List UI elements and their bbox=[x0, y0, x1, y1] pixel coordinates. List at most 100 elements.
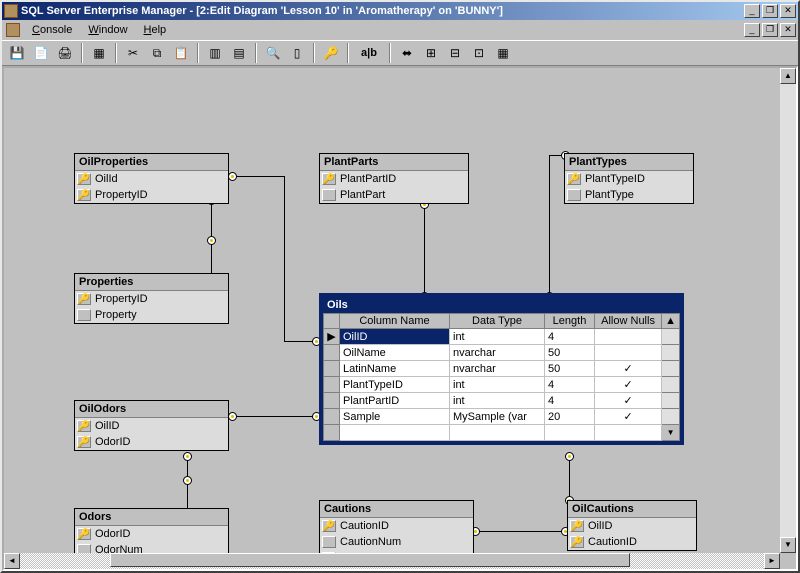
row-selector[interactable] bbox=[324, 345, 340, 361]
table-row[interactable]: 🔑PropertyID bbox=[75, 291, 228, 307]
minimize-button[interactable]: _ bbox=[744, 4, 760, 18]
table-row[interactable]: 🔑CautionID bbox=[568, 534, 696, 550]
scroll-track[interactable] bbox=[662, 329, 680, 345]
table-oils-detail[interactable]: Oils Column Name Data Type Length Allow … bbox=[319, 293, 684, 445]
vertical-scrollbar[interactable]: ▲ ▼ bbox=[780, 68, 796, 553]
cut-button[interactable]: ✂ bbox=[122, 42, 144, 64]
cell-allownulls[interactable] bbox=[595, 329, 662, 345]
oils-grid[interactable]: Column Name Data Type Length Allow Nulls… bbox=[323, 313, 680, 441]
table-row[interactable]: PlantPartIDint4✓ bbox=[324, 393, 680, 409]
cell-length[interactable]: 50 bbox=[545, 361, 595, 377]
table-properties[interactable]: Properties 🔑PropertyID Property bbox=[74, 273, 229, 324]
cell-colname[interactable]: OilName bbox=[340, 345, 450, 361]
cell-datatype[interactable]: MySample (var bbox=[450, 409, 545, 425]
scroll-left-button[interactable]: ◄ bbox=[4, 553, 20, 569]
table-row[interactable]: LatinNamenvarchar50✓ bbox=[324, 361, 680, 377]
titlebar[interactable]: SQL Server Enterprise Manager - [2:Edit … bbox=[2, 2, 798, 20]
key-button[interactable]: 🔑 bbox=[320, 42, 342, 64]
row-selector[interactable] bbox=[324, 409, 340, 425]
indexes-button[interactable]: ⊞ bbox=[420, 42, 442, 64]
cell-length[interactable]: 4 bbox=[545, 329, 595, 345]
horizontal-scrollbar[interactable]: ◄ ► bbox=[4, 553, 780, 569]
constraints-button[interactable]: ⊟ bbox=[444, 42, 466, 64]
table-row[interactable]: 🔑PlantPartID bbox=[320, 171, 468, 187]
cell-colname[interactable]: OilID bbox=[340, 329, 450, 345]
menu-help[interactable]: Help bbox=[136, 22, 175, 38]
maximize-button[interactable]: ❐ bbox=[762, 4, 778, 18]
copy-button[interactable]: ⧉ bbox=[146, 42, 168, 64]
table-plantparts[interactable]: PlantParts 🔑PlantPartID PlantPart bbox=[319, 153, 469, 204]
mdi-close-button[interactable]: ✕ bbox=[780, 23, 796, 37]
table-row[interactable]: PlantPart bbox=[320, 187, 468, 203]
header-allownulls[interactable]: Allow Nulls bbox=[595, 314, 662, 329]
table-row[interactable]: 🔑PlantTypeID bbox=[565, 171, 693, 187]
scroll-track[interactable] bbox=[662, 393, 680, 409]
save-button[interactable]: 💾 bbox=[6, 42, 28, 64]
tableview-button[interactable]: ▦ bbox=[492, 42, 514, 64]
mdi-icon[interactable] bbox=[6, 23, 20, 37]
print-button[interactable]: 🖨 bbox=[54, 42, 76, 64]
properties-button[interactable]: 📄 bbox=[30, 42, 52, 64]
remove-button[interactable]: ▥ bbox=[204, 42, 226, 64]
table-row[interactable]: CautionNum bbox=[320, 534, 473, 550]
scroll-track[interactable] bbox=[662, 409, 680, 425]
cell-datatype[interactable]: int bbox=[450, 377, 545, 393]
close-button[interactable]: ✕ bbox=[780, 4, 796, 18]
table-oilcautions[interactable]: OilCautions 🔑OilID 🔑CautionID bbox=[567, 500, 697, 551]
mdi-minimize-button[interactable]: _ bbox=[744, 23, 760, 37]
cell-datatype[interactable]: nvarchar bbox=[450, 345, 545, 361]
text-annotation-button[interactable]: a|b bbox=[354, 42, 384, 64]
table-row[interactable]: PlantType bbox=[565, 187, 693, 203]
scroll-track[interactable] bbox=[780, 84, 796, 537]
table-row[interactable]: 🔑OdorID bbox=[75, 526, 228, 542]
cell-allownulls[interactable]: ✓ bbox=[595, 393, 662, 409]
scroll-up-button[interactable]: ▲ bbox=[780, 68, 796, 84]
table-row[interactable]: 🔑OdorID bbox=[75, 434, 228, 450]
header-colname[interactable]: Column Name bbox=[340, 314, 450, 329]
arrange-button[interactable]: ⊡ bbox=[468, 42, 490, 64]
empty-row[interactable]: ▼ bbox=[324, 425, 680, 441]
scroll-track[interactable] bbox=[662, 345, 680, 361]
script-button[interactable]: ▤ bbox=[228, 42, 250, 64]
cell-allownulls[interactable]: ✓ bbox=[595, 361, 662, 377]
cell-length[interactable]: 4 bbox=[545, 377, 595, 393]
table-row[interactable]: SampleMySample (var20✓ bbox=[324, 409, 680, 425]
header-datatype[interactable]: Data Type bbox=[450, 314, 545, 329]
cell-length[interactable]: 50 bbox=[545, 345, 595, 361]
header-length[interactable]: Length bbox=[545, 314, 595, 329]
paste-button[interactable]: 📋 bbox=[170, 42, 192, 64]
diagram-canvas[interactable]: OilProperties 🔑OilId 🔑PropertyID Propert… bbox=[2, 66, 798, 571]
relationship-button[interactable]: ⬌ bbox=[396, 42, 418, 64]
cell-length[interactable]: 20 bbox=[545, 409, 595, 425]
cell-colname[interactable]: PlantPartID bbox=[340, 393, 450, 409]
menu-window[interactable]: Window bbox=[80, 22, 135, 38]
scroll-right-button[interactable]: ► bbox=[764, 553, 780, 569]
scroll-down-button[interactable]: ▼ bbox=[662, 425, 680, 441]
cell-colname[interactable]: PlantTypeID bbox=[340, 377, 450, 393]
table-row[interactable]: 🔑CautionID bbox=[320, 518, 473, 534]
row-selector[interactable]: ▶ bbox=[324, 329, 340, 345]
cell-length[interactable]: 4 bbox=[545, 393, 595, 409]
table-row[interactable]: ▶OilIDint4 bbox=[324, 329, 680, 345]
table-row[interactable]: 🔑OilId bbox=[75, 171, 228, 187]
table-row[interactable]: PlantTypeIDint4✓ bbox=[324, 377, 680, 393]
cell-datatype[interactable]: nvarchar bbox=[450, 361, 545, 377]
cell-datatype[interactable]: int bbox=[450, 393, 545, 409]
cell-colname[interactable]: Sample bbox=[340, 409, 450, 425]
row-selector[interactable] bbox=[324, 377, 340, 393]
cell-datatype[interactable]: int bbox=[450, 329, 545, 345]
pagebreak-button[interactable]: ▯ bbox=[286, 42, 308, 64]
scroll-up-button[interactable]: ▲ bbox=[662, 314, 680, 329]
table-oilodors[interactable]: OilOdors 🔑OilID 🔑OdorID bbox=[74, 400, 229, 451]
table-oilproperties[interactable]: OilProperties 🔑OilId 🔑PropertyID bbox=[74, 153, 229, 204]
table-row[interactable]: 🔑OilID bbox=[568, 518, 696, 534]
row-selector[interactable] bbox=[324, 361, 340, 377]
mdi-restore-button[interactable]: ❐ bbox=[762, 23, 778, 37]
table-row[interactable]: Property bbox=[75, 307, 228, 323]
table-row[interactable]: 🔑OilID bbox=[75, 418, 228, 434]
row-selector[interactable] bbox=[324, 393, 340, 409]
table-planttypes[interactable]: PlantTypes 🔑PlantTypeID PlantType bbox=[564, 153, 694, 204]
scroll-track[interactable] bbox=[20, 553, 764, 569]
table-row[interactable]: 🔑PropertyID bbox=[75, 187, 228, 203]
scroll-track[interactable] bbox=[662, 377, 680, 393]
